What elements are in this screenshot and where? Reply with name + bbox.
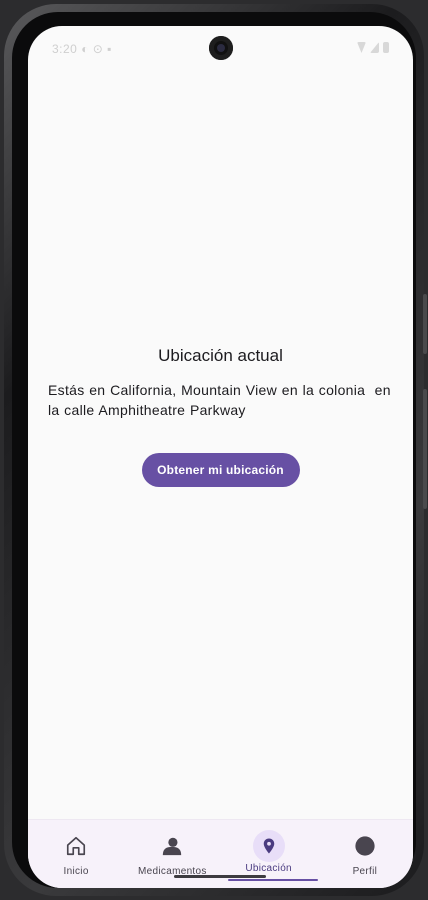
- phone-frame: 3:20 ◐ ⊙ ▪ Ubicación actual Estás en Cal…: [4, 4, 427, 896]
- front-camera: [209, 36, 233, 60]
- active-tab-indicator: [228, 879, 318, 881]
- location-text: Estás en California, Mountain View en la…: [48, 382, 396, 418]
- nav-item-inicio[interactable]: Inicio: [28, 820, 124, 888]
- nav-label-ubicacion: Ubicación: [245, 863, 292, 874]
- nav-label-inicio: Inicio: [63, 866, 89, 877]
- status-icons: [357, 42, 389, 53]
- person-icon: [156, 830, 188, 862]
- location-pin-icon: [252, 830, 285, 862]
- wifi-icon: [357, 42, 366, 53]
- gesture-handle: [174, 875, 266, 878]
- status-time: 3:20 ◐ ⊙ ▪: [52, 42, 112, 56]
- bottom-navigation: Inicio Medicamentos Ubicación Perfil: [28, 819, 413, 888]
- get-location-button[interactable]: Obtener mi ubicación: [141, 453, 300, 487]
- nav-label-perfil: Perfil: [352, 866, 378, 877]
- power-button: [423, 294, 427, 354]
- nav-item-perfil[interactable]: Perfil: [317, 820, 413, 888]
- page-title: Ubicación actual: [158, 346, 283, 365]
- signal-icon: [370, 42, 379, 53]
- battery-icon: [383, 42, 389, 53]
- volume-button: [423, 389, 427, 509]
- circle-icon: [349, 830, 381, 862]
- main-content: Ubicación actual Estás en California, Mo…: [28, 346, 413, 487]
- app-screen: 3:20 ◐ ⊙ ▪ Ubicación actual Estás en Cal…: [28, 26, 413, 888]
- home-icon: [60, 830, 92, 862]
